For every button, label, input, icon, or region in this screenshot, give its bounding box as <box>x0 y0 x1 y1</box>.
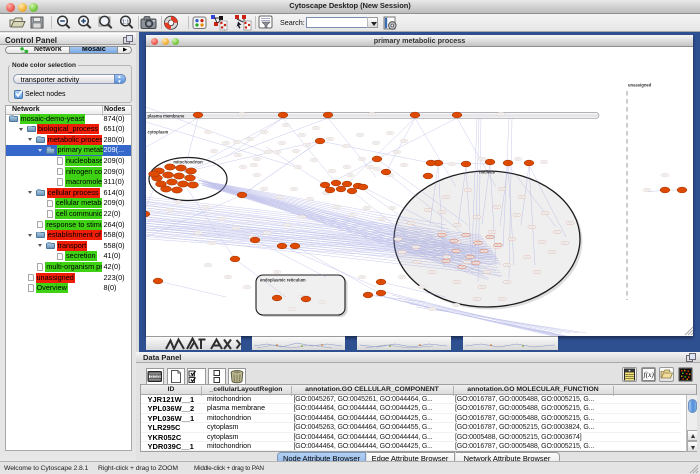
svg-text:1:1: 1:1 <box>122 19 129 25</box>
svg-text:f(x): f(x) <box>644 370 655 379</box>
svg-text:plasma membrane: plasma membrane <box>148 114 185 119</box>
svg-text:nucleus: nucleus <box>479 170 495 175</box>
svg-text:endoplasmic reticulum: endoplasmic reticulum <box>260 278 306 283</box>
svg-text:unassigned: unassigned <box>628 83 652 88</box>
svg-text:mitochondrion: mitochondrion <box>173 160 203 165</box>
svg-text:cytoplasm: cytoplasm <box>148 130 169 135</box>
